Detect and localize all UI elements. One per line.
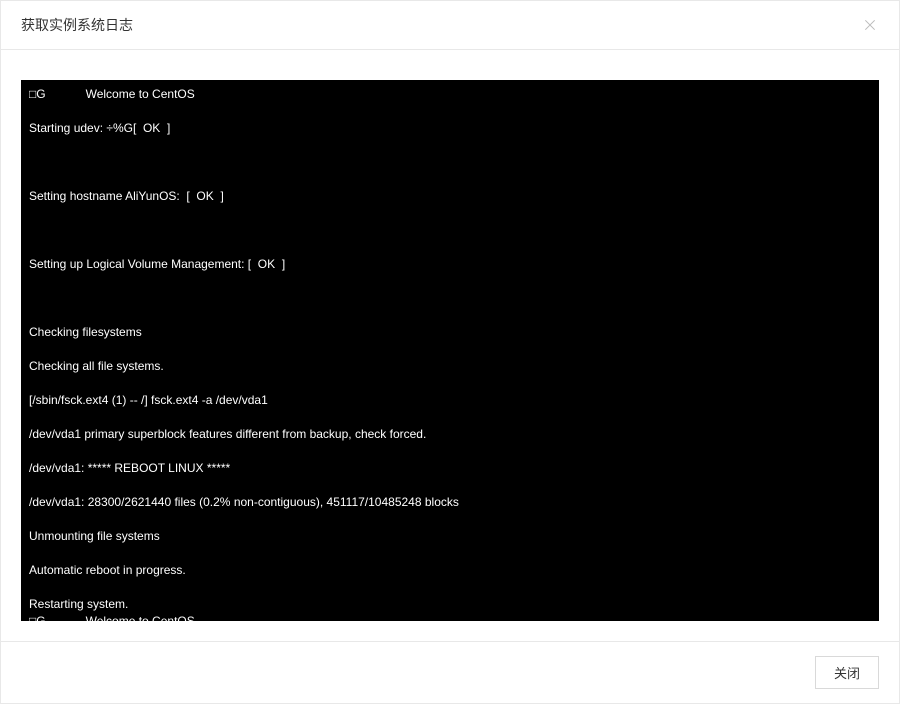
dialog-header: 获取实例系统日志	[1, 1, 899, 50]
dialog-title: 获取实例系统日志	[21, 15, 133, 35]
console-wrap: □G Welcome to CentOS Starting udev: ÷%G[…	[21, 80, 879, 621]
system-log-output[interactable]: □G Welcome to CentOS Starting udev: ÷%G[…	[21, 80, 879, 621]
dialog-body: □G Welcome to CentOS Starting udev: ÷%G[…	[1, 50, 899, 641]
dialog-footer: 关闭	[1, 641, 899, 703]
close-icon[interactable]	[861, 16, 879, 34]
system-log-dialog: 获取实例系统日志 □G Welcome to CentOS Starting u…	[0, 0, 900, 704]
close-button[interactable]: 关闭	[815, 656, 879, 689]
